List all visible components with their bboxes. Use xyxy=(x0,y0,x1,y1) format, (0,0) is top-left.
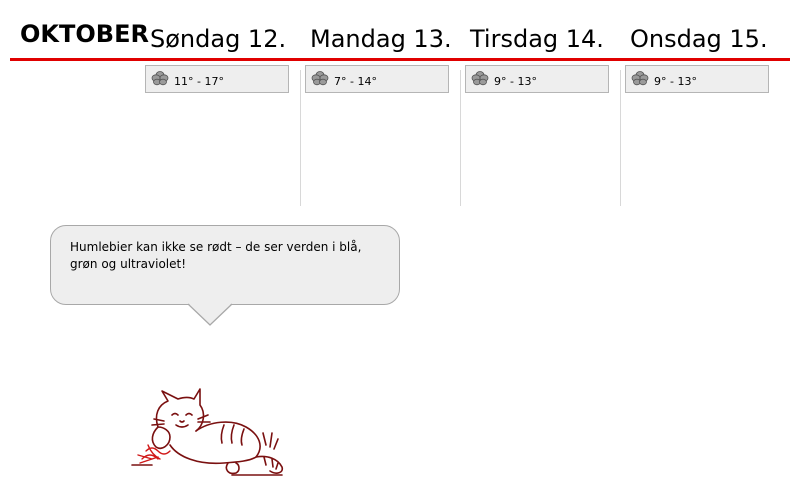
weather-box-monday: 7° - 14° xyxy=(305,65,449,93)
weather-box-wednesday: 9° - 13° xyxy=(625,65,769,93)
day-header-wednesday: Onsdag 15. xyxy=(630,25,768,53)
column-divider xyxy=(620,70,621,206)
day-header-sunday: Søndag 12. xyxy=(150,25,287,53)
cloud-icon xyxy=(151,70,169,90)
temperature-range: 11° - 17° xyxy=(174,75,224,88)
column-divider xyxy=(300,70,301,206)
cloud-icon xyxy=(631,70,649,90)
speech-bubble-tail xyxy=(188,303,233,326)
cat-illustration xyxy=(131,388,284,476)
fact-speech-bubble: Humlebier kan ikke se rødt – de ser verd… xyxy=(50,225,400,305)
fact-text: Humlebier kan ikke se rødt – de ser verd… xyxy=(70,240,362,271)
temperature-range: 7° - 14° xyxy=(334,75,377,88)
cloud-icon xyxy=(471,70,489,90)
temperature-range: 9° - 13° xyxy=(654,75,697,88)
weather-box-sunday: 11° - 17° xyxy=(145,65,289,93)
month-title: OKTOBER xyxy=(20,20,149,48)
weather-box-tuesday: 9° - 13° xyxy=(465,65,609,93)
column-divider xyxy=(460,70,461,206)
cloud-icon xyxy=(311,70,329,90)
header-divider-line xyxy=(10,58,790,61)
day-header-tuesday: Tirsdag 14. xyxy=(470,25,604,53)
temperature-range: 9° - 13° xyxy=(494,75,537,88)
day-header-monday: Mandag 13. xyxy=(310,25,452,53)
